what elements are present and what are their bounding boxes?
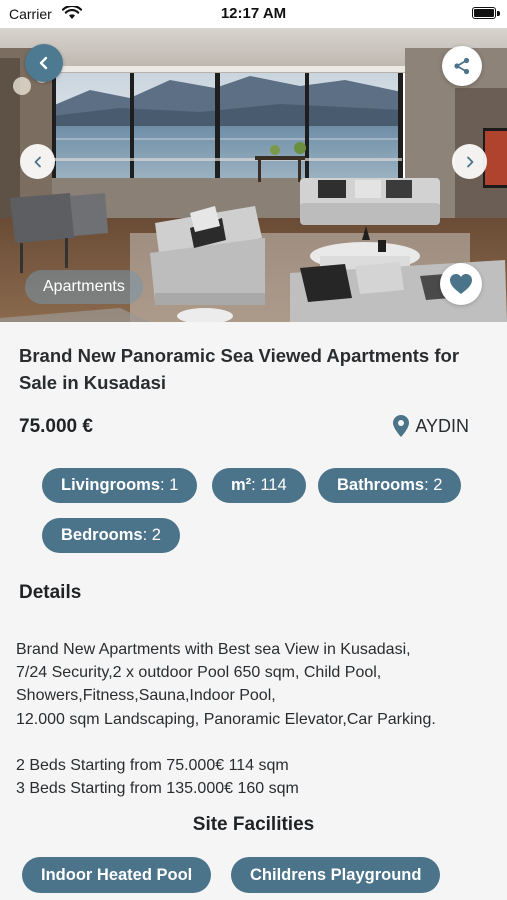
description-line: Brand New Apartments with Best sea View … xyxy=(16,641,411,658)
description-line: 7/24 Security,2 x outdoor Pool 650 sqm, … xyxy=(16,664,382,682)
description-line: 2 Beds Starting from 75.000€ 114 sqm xyxy=(16,757,289,774)
share-button[interactable] xyxy=(442,46,482,86)
hero-image-carousel[interactable]: Apartments xyxy=(0,28,507,322)
facility-indoor-heated-pool: Indoor Heated Pool xyxy=(22,857,212,893)
heart-icon xyxy=(450,274,472,294)
category-badge: Apartments xyxy=(25,270,143,304)
back-button[interactable] xyxy=(25,44,63,82)
description-line: Showers,Fitness,Sauna,Indoor Pool, xyxy=(16,687,276,705)
feature-bathrooms: Bathrooms: 2 xyxy=(318,468,462,503)
listing-price: 75.000 € xyxy=(19,416,93,437)
feature-area: m²: 114 xyxy=(212,468,306,503)
site-facilities-heading: Site Facilities xyxy=(192,814,315,835)
facility-childrens-playground: Childrens Playground xyxy=(231,857,441,893)
next-image-button[interactable] xyxy=(452,144,487,179)
battery-icon xyxy=(472,7,496,19)
location-pin-icon xyxy=(393,415,410,437)
previous-image-button[interactable] xyxy=(20,144,55,179)
share-icon xyxy=(454,57,470,75)
description-line: 3 Beds Starting from 135.000€ 160 sqm xyxy=(16,780,299,798)
clock: 12:17 AM xyxy=(220,5,287,22)
favorite-button[interactable] xyxy=(440,263,482,305)
feature-livingrooms: Livingrooms: 1 xyxy=(42,468,198,503)
listing-title: Brand New Panoramic Sea Viewed Apartment… xyxy=(19,345,460,393)
status-bar: Carrier 12:17 AM xyxy=(0,0,507,28)
listing-location[interactable]: AYDIN xyxy=(393,415,469,437)
location-label: AYDIN xyxy=(415,415,469,436)
details-heading: Details xyxy=(19,582,82,603)
listing-details: Brand New Panoramic Sea Viewed Apartment… xyxy=(0,322,507,900)
details-description: Brand New Apartments with Best sea View … xyxy=(16,638,486,800)
chevron-left-icon xyxy=(39,56,48,70)
chevron-right-icon xyxy=(466,156,473,167)
chevron-left-icon xyxy=(34,156,41,167)
feature-bedrooms: Bedrooms: 2 xyxy=(42,518,180,553)
description-line: 12.000 sqm Landscaping, Panoramic Elevat… xyxy=(16,710,436,728)
